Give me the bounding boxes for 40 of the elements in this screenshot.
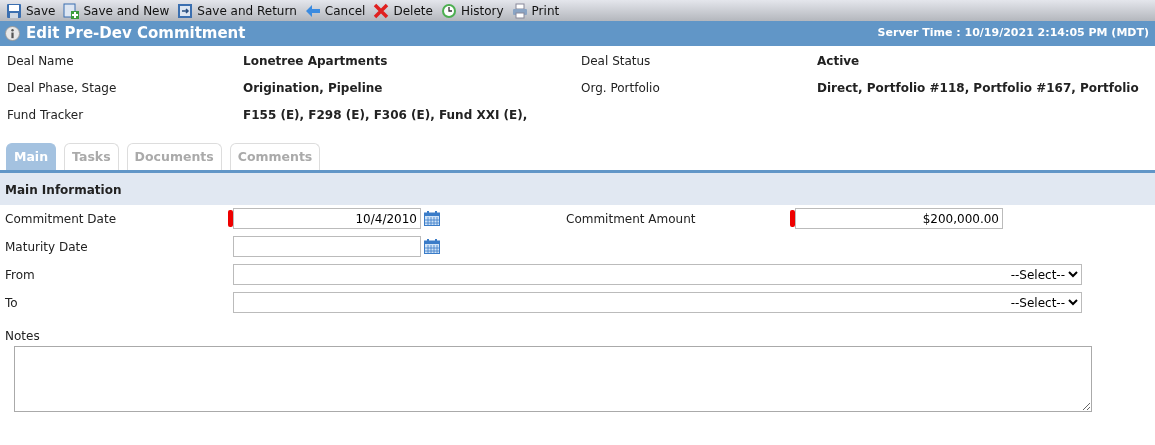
date-field[interactable]: 10/4/2010 (233, 208, 421, 230)
select-field[interactable]: --Select-- (233, 264, 1082, 286)
calendar-icon[interactable] (424, 239, 440, 255)
notes-field[interactable] (14, 345, 1092, 412)
section-header: Main Information (0, 172, 1155, 205)
field-label: Notes (4, 327, 41, 345)
page-title: Edit Pre-Dev Commitment (26, 23, 246, 45)
field-label: Org. Portfolio (581, 80, 661, 97)
field-label: Deal Status (581, 53, 652, 70)
toolbar-button[interactable]: Save and Return (175, 0, 303, 21)
field-value: F155 (E), F298 (E), F306 (E), Fund XXI (E), (243, 107, 529, 124)
toolbar-button[interactable]: Delete (371, 0, 439, 21)
field-label: Deal Phase, Stage (7, 80, 118, 97)
document-arrow-icon (177, 2, 194, 19)
field-label: To (5, 294, 19, 312)
field-label: Fund Tracker (7, 107, 85, 124)
field-label: Commitment Date (5, 210, 118, 228)
toolbar-button[interactable]: Print (509, 0, 566, 21)
toolbar-button[interactable]: Cancel (302, 0, 372, 21)
info-icon (5, 26, 20, 41)
cross-icon (373, 2, 390, 19)
date-field[interactable] (233, 236, 421, 258)
toolbar-button[interactable]: History (438, 0, 510, 21)
field-value: Origination, Pipeline (243, 80, 384, 97)
printer-icon (511, 2, 528, 19)
document-plus-icon (63, 2, 80, 19)
clock-icon (440, 2, 457, 19)
select-field[interactable]: --Select-- (233, 292, 1082, 314)
toolbar-button[interactable]: Save (4, 0, 62, 21)
field-label: Commitment Amount (566, 210, 697, 228)
server-time: Server Time : 10/19/2021 2:14:05 PM (MDT) (877, 25, 1149, 42)
field-value: Lonetree Apartments (243, 53, 389, 70)
field-value: Direct, Portfolio #118, Portfolio #167, Portfolio (817, 80, 1140, 97)
field-label: Maturity Date (5, 238, 89, 256)
field-label: From (5, 266, 36, 284)
field-value: Active (817, 53, 861, 70)
toolbar-button[interactable]: Save and New (61, 0, 176, 21)
field-label: Deal Name (7, 53, 75, 70)
amount-field[interactable]: $200,000.00 (795, 208, 1003, 230)
calendar-icon[interactable] (424, 211, 440, 227)
